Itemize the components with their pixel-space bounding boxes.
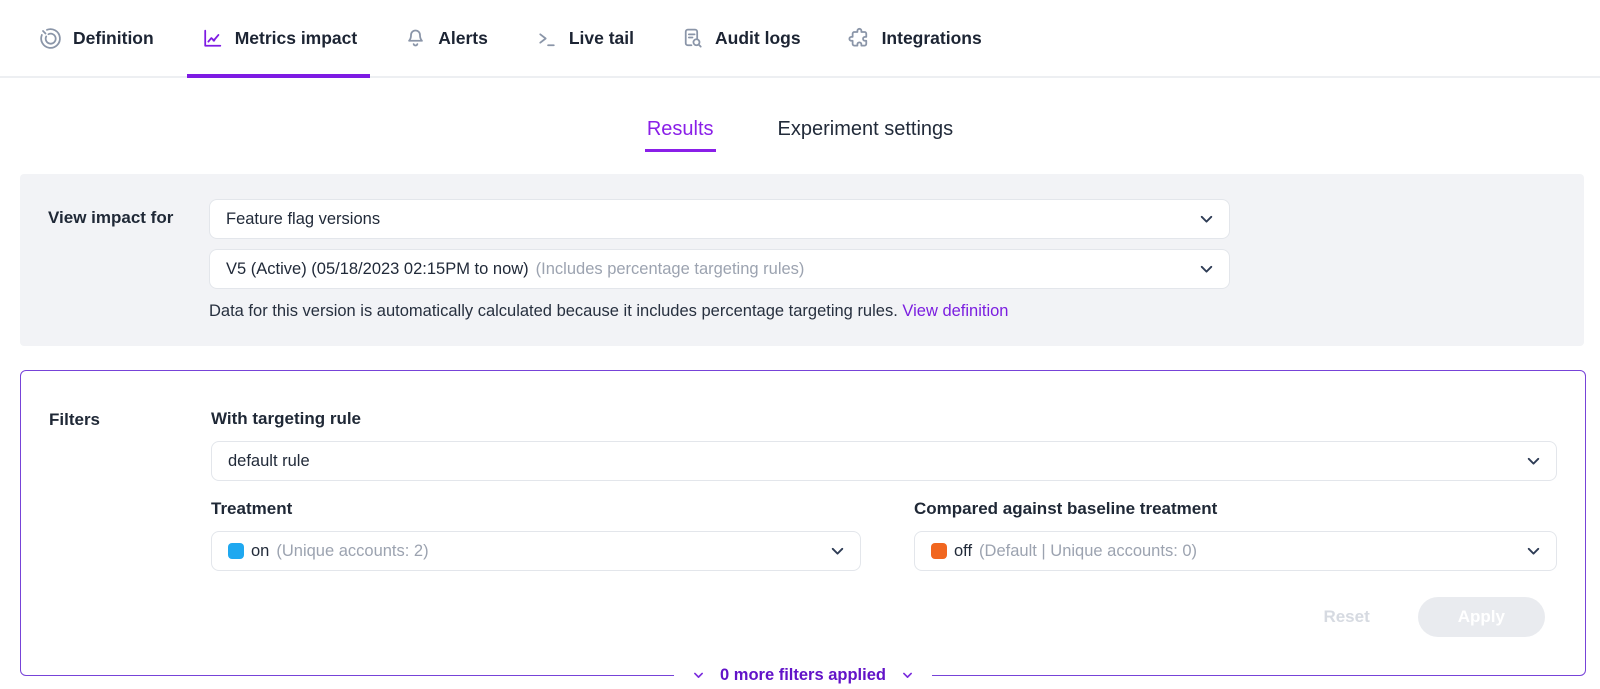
view-impact-panel: View impact for Feature flag versions V5… [20,174,1584,346]
terminal-icon [534,26,559,51]
metrics-impact-icon [200,26,225,51]
chevron-down-icon [1198,211,1215,228]
tab-live-tail[interactable]: Live tail [534,0,634,76]
tab-label: Integrations [882,28,982,49]
chevron-down-icon [1525,453,1542,470]
more-filters-toggle[interactable]: 0 more filters applied [674,662,932,689]
version-note: Data for this version is automatically c… [209,302,1230,321]
audit-logs-icon [680,26,705,51]
treatment-select[interactable]: on (Unique accounts: 2) [211,531,861,571]
top-navigation: Definition Metrics impact Alerts Live ta… [0,0,1600,78]
tab-integrations[interactable]: Integrations [847,0,982,76]
tab-label: Audit logs [715,28,801,49]
baseline-color-swatch [931,543,947,559]
tab-audit-logs[interactable]: Audit logs [680,0,801,76]
version-type-select[interactable]: Feature flag versions [209,199,1230,239]
chevron-down-icon [1525,543,1542,560]
version-select[interactable]: V5 (Active) (05/18/2023 02:15PM to now) … [209,249,1230,289]
filters-panel: Filters With targeting rule default rule… [20,370,1586,676]
tab-definition[interactable]: Definition [38,0,154,76]
targeting-rule-label: With targeting rule [211,409,1557,429]
treatment-hint: (Unique accounts: 2) [276,542,428,561]
targeting-rule-select[interactable]: default rule [211,441,1557,481]
tab-label: Alerts [438,28,488,49]
puzzle-icon [847,26,872,51]
tab-metrics-impact[interactable]: Metrics impact [200,0,358,76]
tab-label: Definition [73,28,154,49]
chevron-down-icon [1198,261,1215,278]
baseline-treatment-label: Compared against baseline treatment [914,499,1557,519]
tab-results[interactable]: Results [645,118,716,152]
bell-icon [403,26,428,51]
chevron-down-icon [901,669,914,682]
view-impact-for-label: View impact for [48,199,209,321]
definition-icon [38,26,63,51]
baseline-treatment-select[interactable]: off (Default | Unique accounts: 0) [914,531,1557,571]
tab-label: Live tail [569,28,634,49]
treatment-value: on [251,542,269,561]
results-settings-tabs: Results Experiment settings [0,118,1600,152]
targeting-rule-value: default rule [228,452,310,471]
chevron-down-icon [829,543,846,560]
version-value: V5 (Active) (05/18/2023 02:15PM to now) [226,260,529,279]
tab-experiment-settings[interactable]: Experiment settings [776,118,956,152]
treatment-label: Treatment [211,499,861,519]
baseline-hint: (Default | Unique accounts: 0) [979,542,1197,561]
apply-button[interactable]: Apply [1418,597,1545,637]
tab-alerts[interactable]: Alerts [403,0,488,76]
version-type-value: Feature flag versions [226,210,380,229]
tab-label: Metrics impact [235,28,358,49]
chevron-down-icon [692,669,705,682]
reset-button[interactable]: Reset [1323,607,1369,627]
version-hint: (Includes percentage targeting rules) [536,260,805,279]
more-filters-label: 0 more filters applied [720,666,886,685]
baseline-value: off [954,542,972,561]
treatment-color-swatch [228,543,244,559]
filters-label: Filters [49,409,211,637]
version-note-text: Data for this version is automatically c… [209,302,898,320]
view-definition-link[interactable]: View definition [902,302,1008,320]
